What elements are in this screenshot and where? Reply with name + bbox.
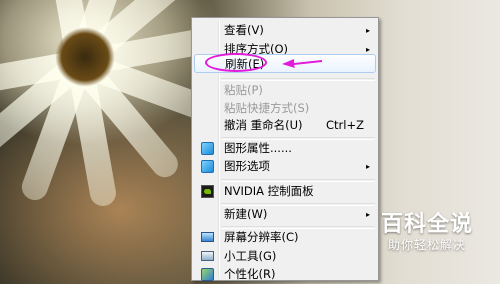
personalize-icon xyxy=(201,268,214,281)
graphics-options-icon xyxy=(201,160,214,173)
menu-item-paste[interactable]: 粘贴(P) xyxy=(194,81,376,100)
menu-item-view[interactable]: 查看(V) ▸ xyxy=(194,21,376,40)
pointer-arrow-annotation xyxy=(282,59,322,68)
menu-item-nvidia-control-panel[interactable]: NVIDIA 控制面板 xyxy=(194,182,376,201)
watermark: 百科全说 助你轻松解决 xyxy=(362,206,492,258)
watermark-subtitle: 助你轻松解决 xyxy=(387,238,466,252)
graphics-properties-icon xyxy=(201,142,214,155)
menu-item-new[interactable]: 新建(W) ▸ xyxy=(194,205,376,224)
submenu-arrow-icon: ▸ xyxy=(365,26,370,35)
menu-item-graphics-options[interactable]: 图形选项 ▸ xyxy=(194,157,376,176)
screen-resolution-icon xyxy=(201,232,214,242)
watermark-title: 百科全说 xyxy=(380,212,473,237)
menu-item-screen-resolution[interactable]: 屏幕分辨率(C) xyxy=(194,228,376,247)
highlight-ellipse-annotation xyxy=(205,53,267,72)
submenu-arrow-icon: ▸ xyxy=(365,162,370,171)
menu-item-personalize[interactable]: 个性化(R) xyxy=(194,265,376,284)
menu-item-graphics-properties[interactable]: 图形属性...... xyxy=(194,139,376,158)
nvidia-icon xyxy=(201,185,214,198)
shortcut-text: Ctrl+Z xyxy=(326,118,364,132)
menu-item-gadgets[interactable]: 小工具(G) xyxy=(194,247,376,266)
gadgets-icon xyxy=(201,251,214,261)
menu-item-undo-rename[interactable]: 撤消 重命名(U) Ctrl+Z xyxy=(194,116,376,135)
